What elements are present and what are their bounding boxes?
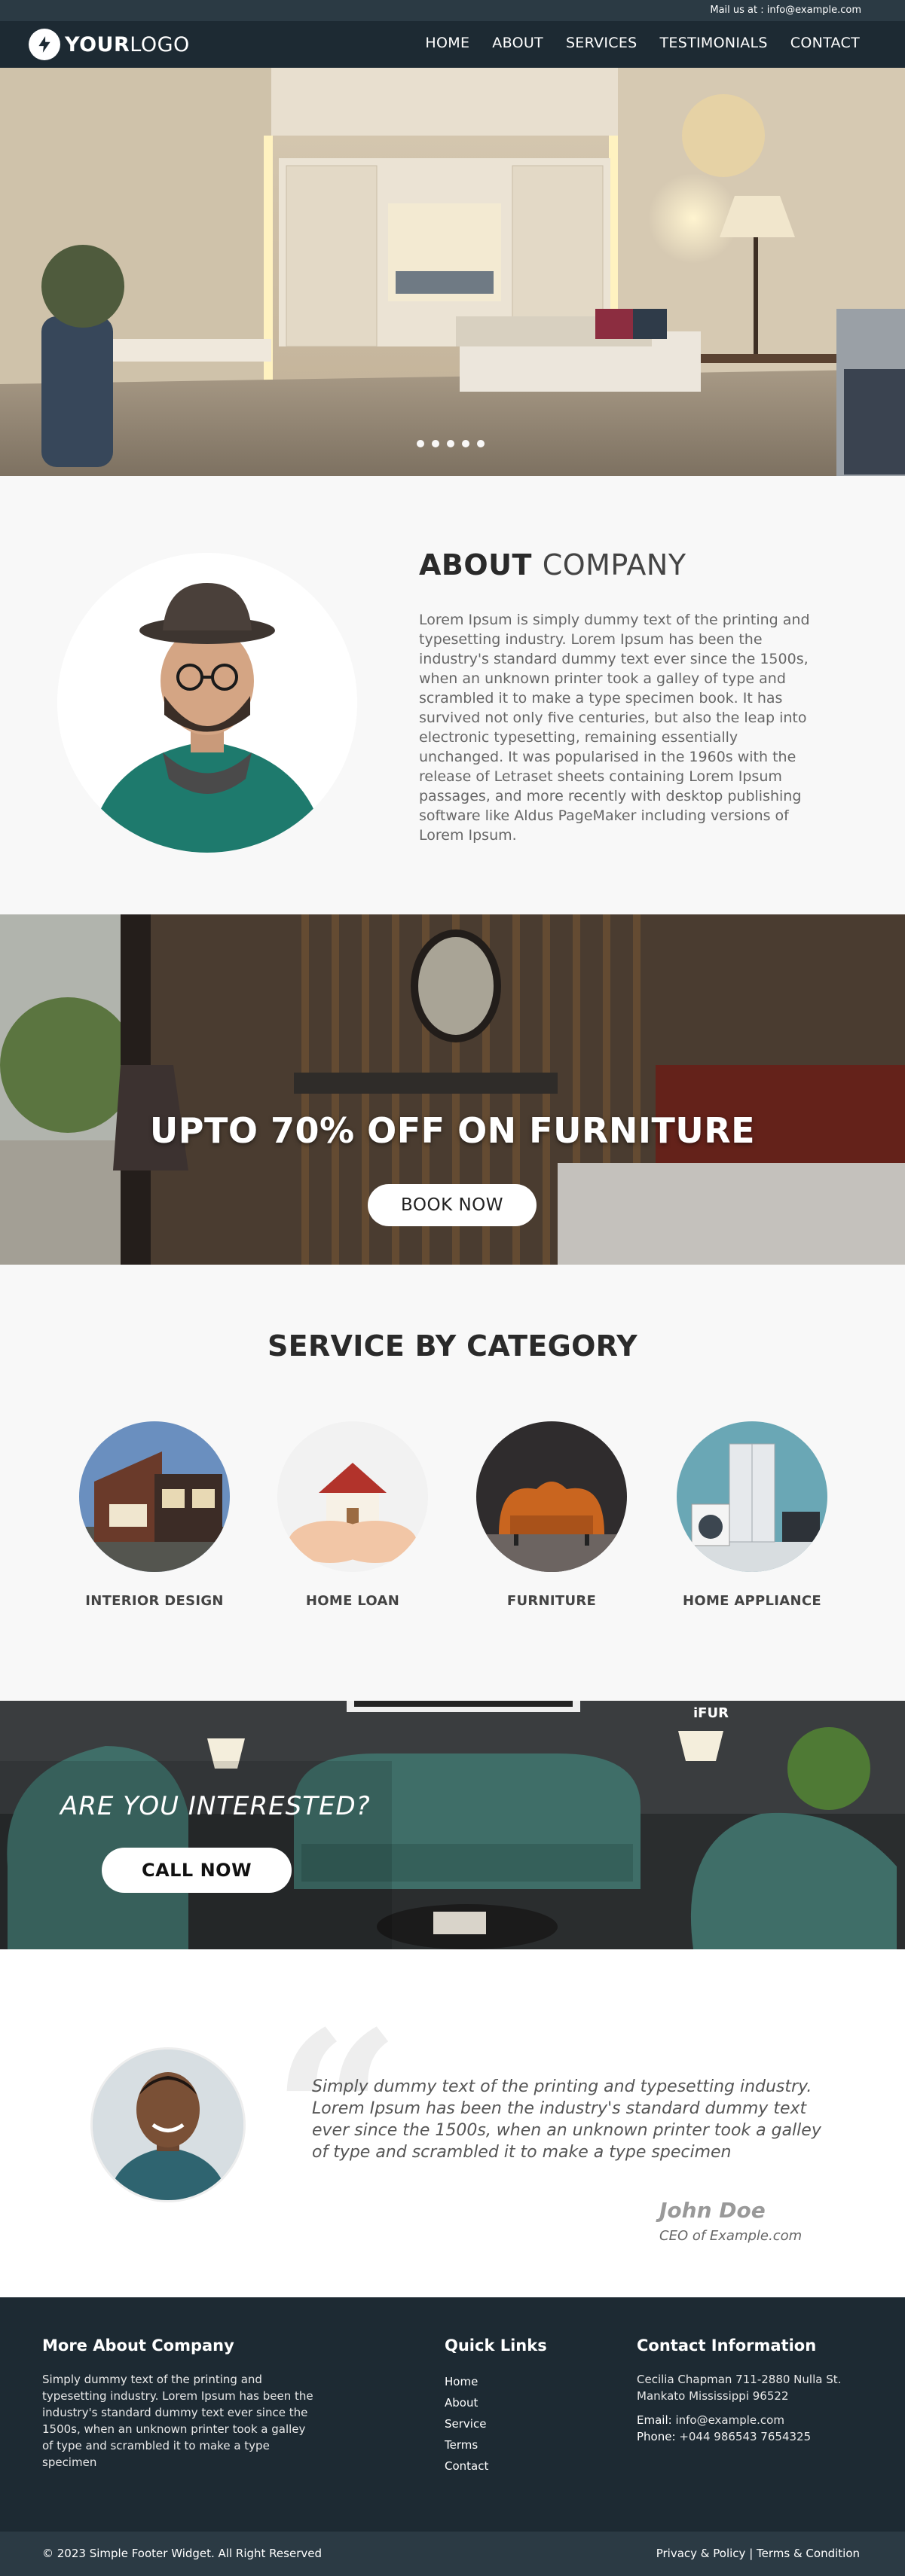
footer-link-contact[interactable]: Contact xyxy=(445,2455,595,2477)
testimonial-name: John Doe xyxy=(659,2198,766,2223)
promo-title: UPTO 70% OFF ON FURNITURE xyxy=(149,1110,756,1151)
slider-dot[interactable] xyxy=(432,440,439,447)
testimonial-section: “ Simply dummy text of the printing and … xyxy=(0,1949,905,2297)
appliance-icon xyxy=(677,1421,827,1572)
copyright-text: © 2023 Simple Footer Widget. All Right R… xyxy=(42,2547,322,2560)
footer-email: Email: info@example.com xyxy=(637,2413,784,2427)
legal-links[interactable]: Privacy & Policy | Terms & Condition xyxy=(656,2547,860,2560)
nav-testimonials[interactable]: TESTIMONIALS xyxy=(660,35,768,51)
site-logo[interactable]: YOURLOGO xyxy=(29,29,190,60)
hero-slider xyxy=(0,68,905,476)
nav-services[interactable]: SERVICES xyxy=(566,35,637,51)
footer-about-heading: More About Company xyxy=(42,2336,234,2355)
about-section: ABOUT COMPANY Lorem Ipsum is simply dumm… xyxy=(0,476,905,914)
service-item-furniture[interactable]: FURNITURE xyxy=(461,1421,642,1609)
home-in-hands-icon xyxy=(277,1421,428,1572)
promo-banner: UPTO 70% OFF ON FURNITURE BOOK NOW xyxy=(0,914,905,1265)
footer-contact: Contact Information Cecilia Chapman 711-… xyxy=(637,2336,863,2452)
store-sign-text: iFUR xyxy=(693,1705,729,1721)
service-label: HOME APPLIANCE xyxy=(682,1593,822,1609)
slider-dot[interactable] xyxy=(462,440,469,447)
hero-bedroom-image xyxy=(0,68,905,476)
sofa-icon xyxy=(476,1421,627,1572)
service-label: HOME LOAN xyxy=(305,1593,400,1609)
footer-phone: Phone: +044 986543 7654325 xyxy=(637,2430,812,2443)
book-now-button[interactable]: BOOK NOW xyxy=(368,1184,537,1226)
nav-menu: HOME ABOUT SERVICES TESTIMONIALS CONTACT xyxy=(425,35,860,51)
footer-address: Cecilia Chapman 711-2880 Nulla St. Manka… xyxy=(637,2373,842,2403)
about-portrait xyxy=(57,553,357,853)
services-heading: SERVICE BY CATEGORY xyxy=(268,1329,637,1363)
service-item-home-appliance[interactable]: HOME APPLIANCE xyxy=(662,1421,842,1609)
house-icon xyxy=(79,1421,230,1572)
nav-contact[interactable]: CONTACT xyxy=(790,35,860,51)
top-bar: Mail us at : info@example.com xyxy=(0,0,905,21)
call-now-button[interactable]: CALL NOW xyxy=(102,1848,292,1893)
slider-dot[interactable] xyxy=(477,440,485,447)
site-footer: More About Company Simply dummy text of … xyxy=(0,2297,905,2532)
services-section: SERVICE BY CATEGORY INTERIOR DESIGN HOME… xyxy=(0,1265,905,1701)
footer-link-about[interactable]: About xyxy=(445,2392,595,2413)
service-item-home-loan[interactable]: HOME LOAN xyxy=(262,1421,443,1609)
footer-links-heading: Quick Links xyxy=(445,2336,547,2355)
testimonial-avatar xyxy=(90,2047,246,2202)
footer-contact-heading: Contact Information xyxy=(637,2336,817,2355)
slider-dot[interactable] xyxy=(447,440,454,447)
testimonial-quote: Simply dummy text of the printing and ty… xyxy=(312,2077,821,2162)
service-label: INTERIOR DESIGN xyxy=(85,1593,224,1609)
nav-home[interactable]: HOME xyxy=(425,35,469,51)
slider-dot[interactable] xyxy=(417,440,424,447)
footer-link-home[interactable]: Home xyxy=(445,2371,595,2392)
footer-bottom-bar: © 2023 Simple Footer Widget. All Right R… xyxy=(0,2532,905,2576)
main-navigation: YOURLOGO HOME ABOUT SERVICES TESTIMONIAL… xyxy=(0,21,905,68)
slider-dots xyxy=(417,440,485,447)
about-heading: ABOUT COMPANY xyxy=(419,548,686,581)
logo-text: YOURLOGO xyxy=(65,32,190,56)
footer-about: More About Company Simply dummy text of … xyxy=(42,2336,313,2471)
contact-mail-text: Mail us at : info@example.com xyxy=(710,5,861,16)
about-paragraph: Lorem Ipsum is simply dummy text of the … xyxy=(419,612,810,844)
footer-link-terms[interactable]: Terms xyxy=(445,2434,595,2455)
cta-banner: iFUR ARE YOU INTERESTED? CALL NOW xyxy=(0,1701,905,1949)
footer-link-service[interactable]: Service xyxy=(445,2413,595,2434)
testimonial-role: CEO of Example.com xyxy=(659,2228,803,2244)
footer-quick-links: Quick Links Home About Service Terms Con… xyxy=(445,2336,595,2477)
service-item-interior-design[interactable]: INTERIOR DESIGN xyxy=(64,1421,245,1609)
footer-about-text: Simply dummy text of the printing and ty… xyxy=(42,2373,313,2469)
service-label: FURNITURE xyxy=(506,1593,597,1609)
footer-email-link[interactable]: info@example.com xyxy=(675,2413,784,2427)
cta-living-room-image: iFUR xyxy=(0,1701,905,1949)
cta-heading: ARE YOU INTERESTED? xyxy=(60,1791,371,1821)
lightning-icon xyxy=(29,29,60,60)
nav-about[interactable]: ABOUT xyxy=(492,35,543,51)
